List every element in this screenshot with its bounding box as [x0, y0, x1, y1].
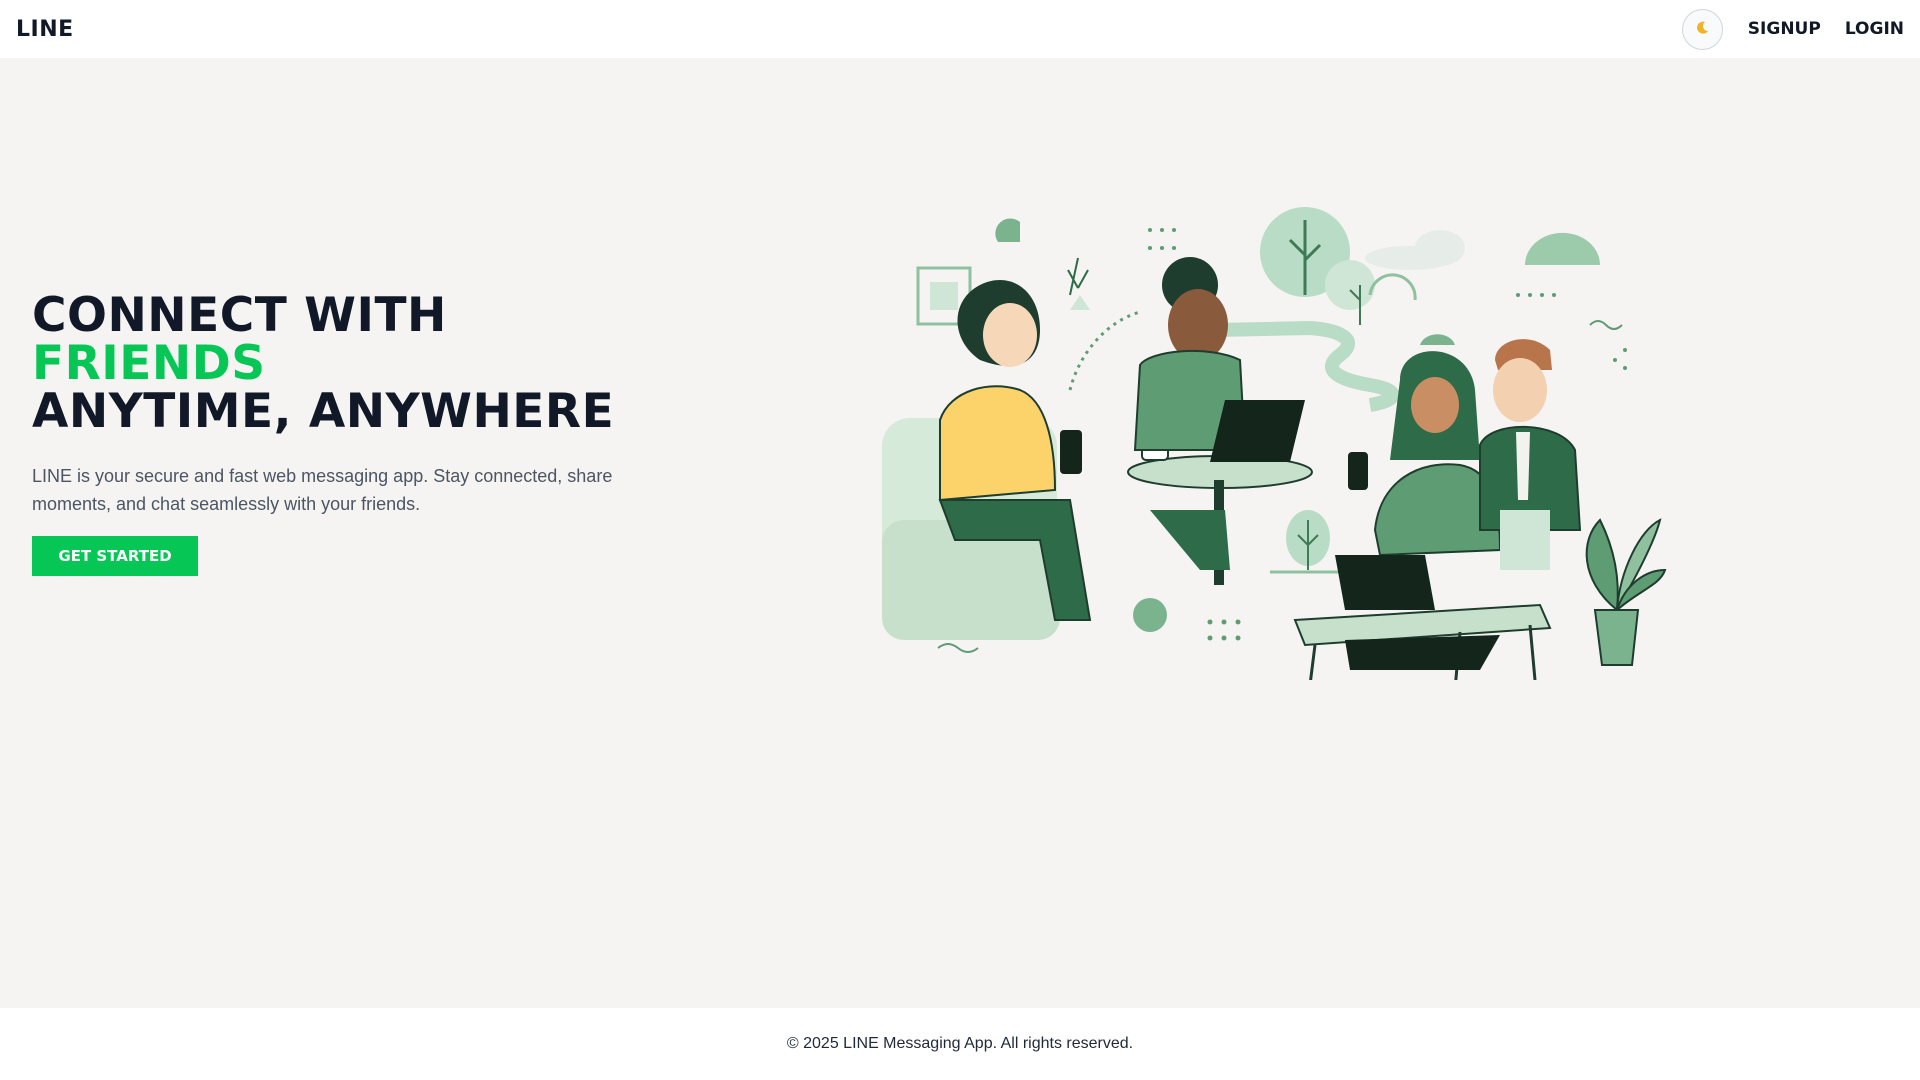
- navbar: LINE SIGNUP LOGIN: [0, 0, 1920, 58]
- login-link[interactable]: LOGIN: [1845, 19, 1904, 39]
- headline-line-2: FRIENDS: [32, 336, 266, 391]
- copyright-text: © 2025 LINE Messaging App. All rights re…: [786, 1035, 1134, 1052]
- hero-subtitle: LINE is your secure and fast web messagi…: [32, 466, 613, 514]
- hero-section: CONNECT WITH FRIENDS ANYTIME, ANYWHERE L…: [32, 292, 652, 576]
- get-started-button[interactable]: GET STARTED: [32, 536, 198, 576]
- moon-icon: [1694, 20, 1710, 39]
- hero-illustration: [880, 200, 1670, 691]
- theme-toggle-button[interactable]: [1681, 8, 1723, 50]
- footer: © 2025 LINE Messaging App. All rights re…: [0, 1008, 1920, 1080]
- headline-line-3: ANYTIME, ANYWHERE: [32, 384, 615, 439]
- hero-headline: CONNECT WITH FRIENDS ANYTIME, ANYWHERE: [32, 292, 652, 436]
- nav-actions: SIGNUP LOGIN: [1681, 8, 1904, 50]
- signup-link[interactable]: SIGNUP: [1748, 19, 1821, 39]
- headline-line-1: CONNECT WITH: [32, 288, 447, 343]
- brand-logo[interactable]: LINE: [16, 17, 74, 42]
